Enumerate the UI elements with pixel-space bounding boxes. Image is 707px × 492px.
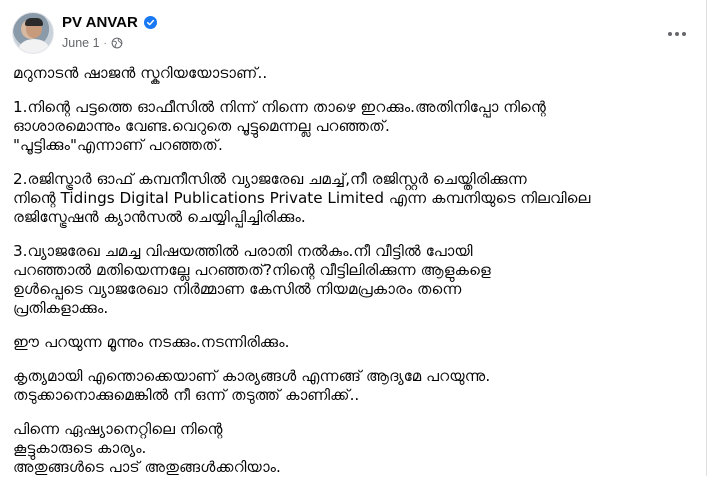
post-paragraph: 1.നിന്റെ പട്ടത്തെ ഓഫീസിൽ നിന്ന് നിന്നെ ത… — [13, 98, 546, 154]
meta-separator: · — [103, 37, 107, 49]
author-name[interactable]: PV ANVAR — [62, 14, 138, 31]
post-meta: June 1 · — [62, 36, 123, 50]
avatar-shirt — [19, 39, 49, 53]
post-date[interactable]: June 1 — [62, 36, 100, 50]
post-card: PV ANVAR June 1 · മറുനാടൻ ഷാജൻ സ്കറിയയോട… — [0, 0, 707, 476]
post-paragraph: മറുനാടൻ ഷാജൻ സ്കറിയയോടാണ്.. — [13, 64, 268, 82]
post-paragraph: 2.രജിസ്ട്രാർ ഓഫ് കമ്പനീസിൽ വ്യാജരേഖ ചമച്… — [13, 170, 591, 226]
post-paragraph: ഈ പറയുന്ന മൂന്നും നടക്കും.നടന്നിരിക്കും. — [13, 333, 290, 351]
avatar-hair — [25, 18, 43, 26]
post-header: PV ANVAR June 1 · — [12, 12, 695, 56]
author-avatar[interactable] — [12, 12, 54, 54]
globe-icon[interactable] — [111, 37, 123, 49]
author-row: PV ANVAR — [62, 14, 157, 31]
more-dot — [668, 32, 672, 36]
post-body: മറുനാടൻ ഷാജൻ സ്കറിയയോടാണ്.. 1.നിന്റെ പട്… — [13, 64, 693, 492]
more-dot — [675, 32, 679, 36]
post-paragraph: പിന്നെ ഏഷ്യാനെറ്റിലെ നിന്റെ കൂട്ടുകാരുടെ… — [13, 420, 281, 476]
more-dot — [682, 32, 686, 36]
more-options-icon[interactable] — [659, 24, 695, 44]
post-paragraph: കൃത്യമായി എന്തൊക്കെയാണ് കാര്യങ്ങൾ എന്നങ്… — [13, 367, 491, 404]
post-paragraph: 3.വ്യാജരേഖ ചമച്ച വിഷയത്തിൽ പരാതി നൽകും.ന… — [13, 242, 491, 317]
verified-badge-icon — [143, 16, 157, 29]
